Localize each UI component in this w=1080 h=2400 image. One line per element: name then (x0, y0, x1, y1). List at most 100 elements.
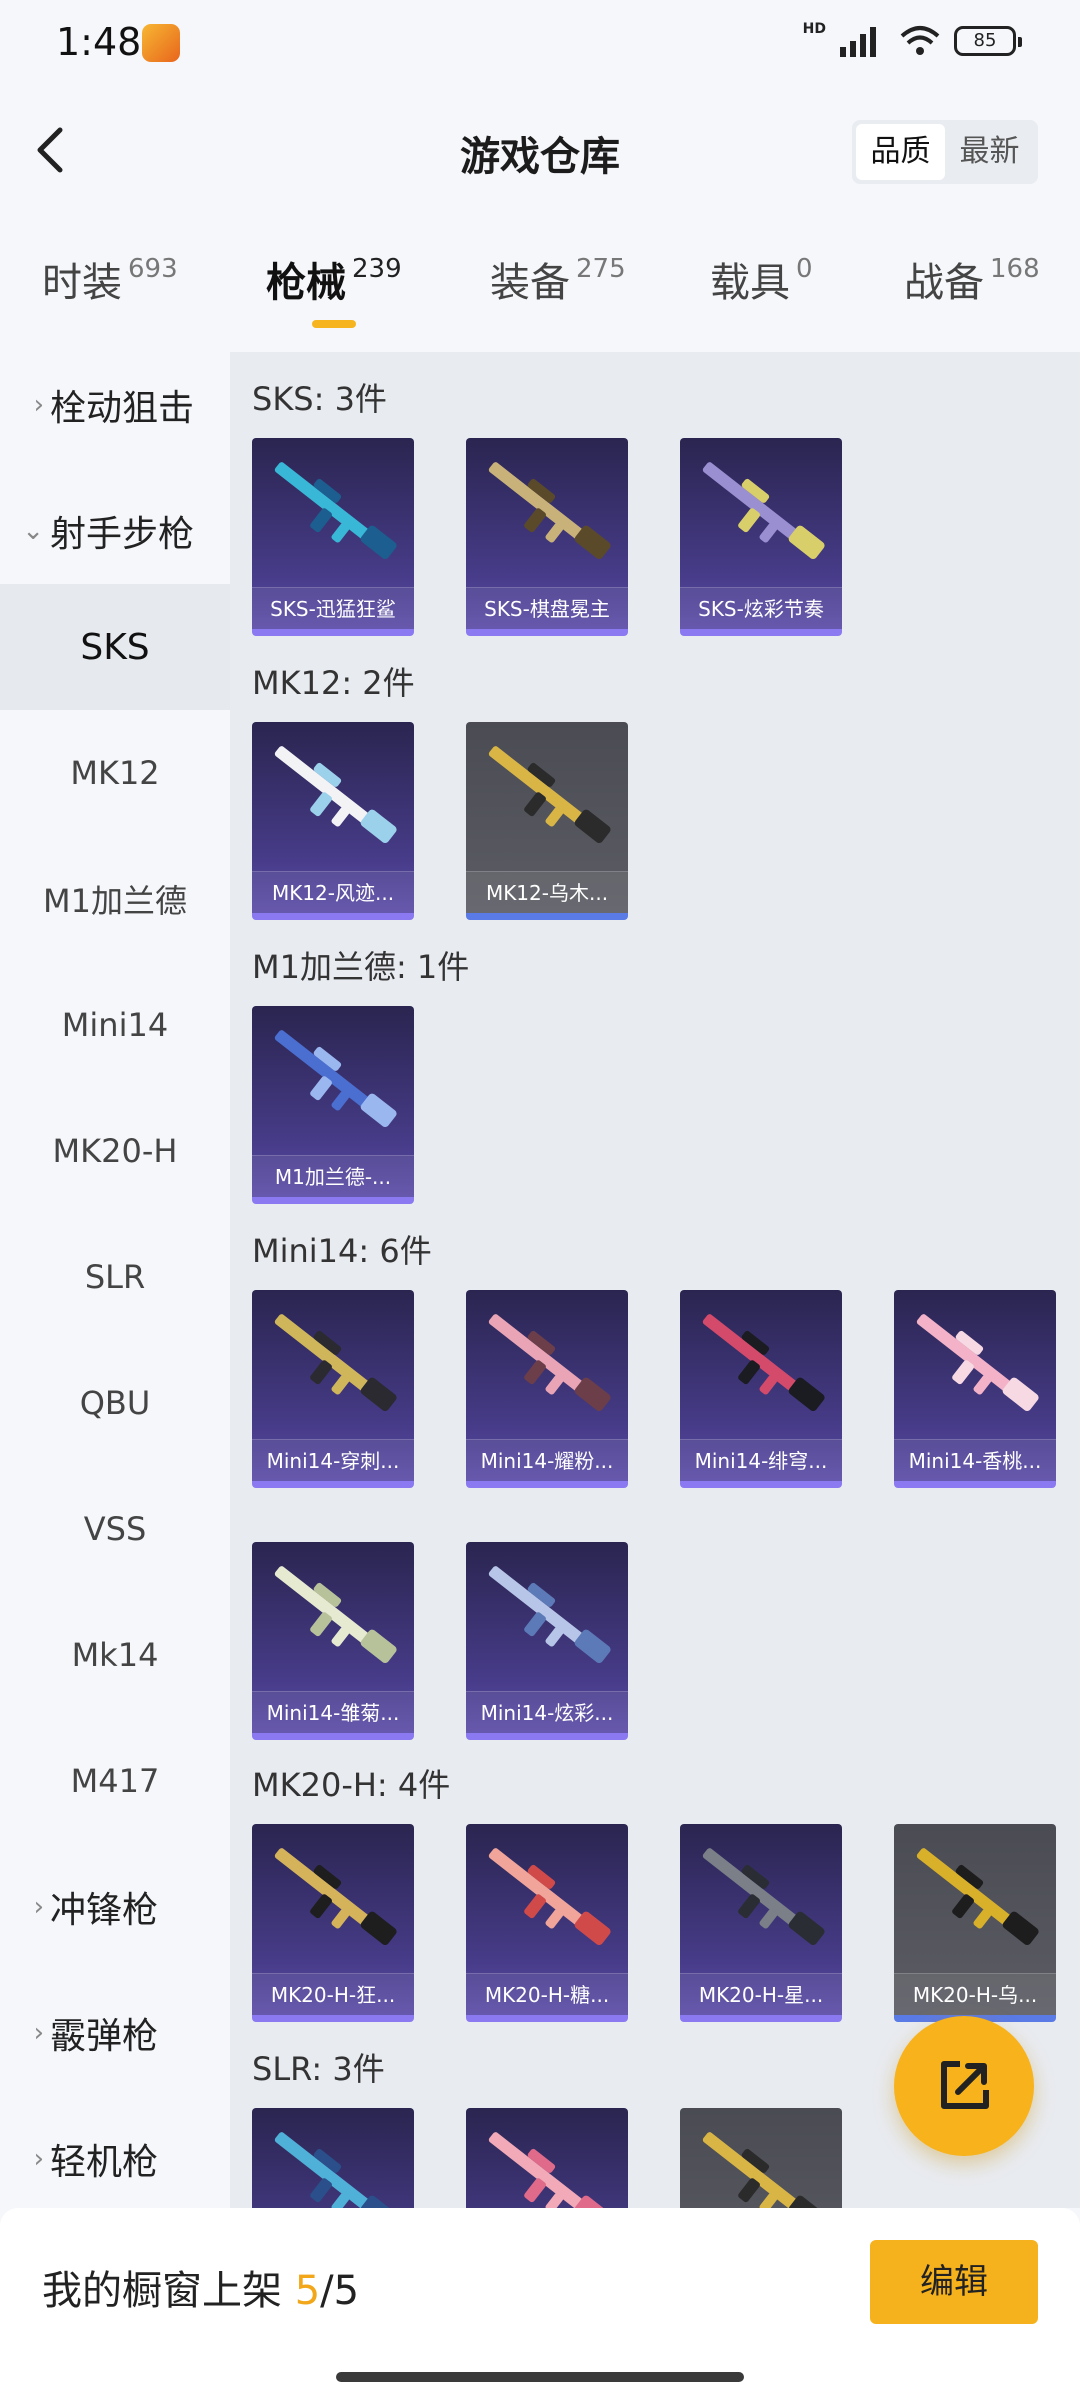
item-card[interactable]: MK12-乌木... (466, 722, 628, 920)
showcase-total-count: /5 (320, 2268, 360, 2314)
sidebar-item-label: 轻机枪 (50, 2142, 159, 2183)
sort-toggle: 品质 最新 (852, 120, 1038, 184)
weapon-type-sidebar: › 栓动狙击 ⌄ 射手步枪 SKS MK12 M1加兰德 Mini14 MK20-H SLR QBU… (0, 352, 230, 2208)
sidebar-item[interactable]: SKS (0, 584, 230, 710)
status-time: 1:48 (56, 20, 142, 64)
sidebar-item[interactable]: MK12 (0, 710, 230, 836)
item-grid: SKS: 3件 SKS-迅猛狂鲨 SKS-棋盘冕主 SKS-炫彩节奏 MK12: 2件 M… (230, 352, 1080, 2208)
sidebar-item-label: 射手步枪 (50, 514, 195, 555)
sidebar-item[interactable]: › 冲锋枪 (0, 1844, 230, 1970)
sidebar-item[interactable]: Mk14 (0, 1592, 230, 1718)
tab-equipment[interactable]: 装备 275 (490, 250, 626, 308)
item-card[interactable]: SKS-迅猛狂鲨 (252, 438, 414, 636)
sidebar-item[interactable]: ⌄ 射手步枪 (0, 468, 230, 594)
rifle-icon (274, 1848, 397, 1946)
sidebar-item[interactable]: › 栓动狙击 (0, 352, 230, 468)
rifle-icon (274, 2132, 397, 2208)
sidebar-item[interactable]: › 轻机枪 (0, 2096, 230, 2208)
item-card-name: Mini14-穿刺... (252, 1439, 414, 1481)
rifle-icon (488, 1314, 611, 1412)
rifle-icon (488, 462, 611, 560)
rifle-icon (702, 1848, 825, 1946)
sidebar-item[interactable]: › 霰弹枪 (0, 1970, 230, 2096)
item-card[interactable] (252, 2108, 414, 2208)
sort-quality-button[interactable]: 品质 (856, 124, 945, 180)
item-card-name: Mini14-耀粉... (466, 1439, 628, 1481)
sidebar-item[interactable]: SLR (0, 1214, 230, 1340)
sidebar-item[interactable]: VSS (0, 1466, 230, 1592)
tab-label: 时装 (42, 260, 122, 306)
group-title: MK12: 2件 (252, 664, 415, 702)
tab-label: 枪械 (266, 260, 346, 306)
active-tab-indicator (312, 320, 356, 328)
item-card[interactable]: MK20-H-乌... (894, 1824, 1056, 2022)
group-title: Mini14: 6件 (252, 1232, 432, 1270)
chevron-right-icon: › (33, 2018, 44, 2048)
sort-newest-button[interactable]: 最新 (945, 124, 1034, 180)
item-card[interactable]: Mini14-炫彩... (466, 1542, 628, 1740)
tab-fashion[interactable]: 时装 693 (42, 250, 178, 308)
sidebar-item-label: VSS (83, 1510, 147, 1548)
showcase-current-count: 5 (294, 2268, 321, 2314)
item-card-name: MK20-H-狂... (252, 1973, 414, 2015)
item-card-name: MK12-风迹... (252, 871, 414, 913)
item-card-name: MK20-H-乌... (894, 1973, 1056, 2015)
item-card-name: Mini14-绯穹... (680, 1439, 842, 1481)
bottom-bar: 我的橱窗上架 5/5 编辑 (0, 2208, 1080, 2400)
item-card[interactable]: Mini14-耀粉... (466, 1290, 628, 1488)
item-card[interactable]: MK20-H-狂... (252, 1824, 414, 2022)
item-card[interactable] (466, 2108, 628, 2208)
edit-button[interactable]: 编辑 (870, 2240, 1038, 2324)
home-indicator[interactable] (336, 2372, 744, 2382)
showcase-label: 我的橱窗上架 (42, 2268, 282, 2314)
sidebar-item[interactable]: M417 (0, 1718, 230, 1844)
tab-vehicles[interactable]: 载具 0 (710, 250, 813, 308)
sidebar-item[interactable]: MK20-H (0, 1088, 230, 1214)
item-card[interactable] (680, 2108, 842, 2208)
share-icon (941, 2061, 989, 2109)
chevron-right-icon: › (33, 1892, 44, 1922)
sidebar-item-label: Mk14 (71, 1636, 159, 1674)
tab-label: 载具 (710, 260, 790, 306)
sidebar-item[interactable]: QBU (0, 1340, 230, 1466)
group-title: M1加兰德: 1件 (252, 948, 470, 986)
item-card[interactable]: MK20-H-星... (680, 1824, 842, 2022)
sidebar-item-label: 栓动狙击 (50, 388, 195, 429)
category-tabs: 时装 693 枪械 239 装备 275 载具 0 战备 168 (0, 250, 1080, 330)
sidebar-item-label: 冲锋枪 (50, 1890, 159, 1931)
item-card[interactable]: MK20-H-糖... (466, 1824, 628, 2022)
tab-firearms[interactable]: 枪械 239 (266, 250, 402, 308)
rifle-icon (274, 462, 397, 560)
item-card-name: SKS-炫彩节奏 (680, 587, 842, 629)
group-title: SLR: 3件 (252, 2050, 385, 2088)
wifi-icon (900, 26, 940, 55)
battery-indicator: 85 (954, 26, 1022, 56)
status-bar: 1:48 HD 85 (0, 0, 1080, 90)
item-card[interactable]: M1加兰德-... (252, 1006, 414, 1204)
item-card-name: SKS-棋盘冕主 (466, 587, 628, 629)
item-card[interactable]: Mini14-雏菊... (252, 1542, 414, 1740)
sidebar-item-label: MK12 (70, 754, 160, 792)
tab-supplies[interactable]: 战备 168 (904, 250, 1040, 308)
rifle-icon (274, 1566, 397, 1664)
item-card[interactable]: MK12-风迹... (252, 722, 414, 920)
sidebar-item[interactable]: Mini14 (0, 962, 230, 1088)
signal-icon (840, 27, 876, 57)
tab-label: 装备 (490, 260, 570, 306)
item-card-name: MK20-H-星... (680, 1973, 842, 2015)
share-button[interactable] (894, 2016, 1034, 2156)
tab-label: 战备 (904, 260, 984, 306)
chevron-right-icon: › (33, 2144, 44, 2174)
item-card[interactable]: Mini14-绯穹... (680, 1290, 842, 1488)
sidebar-item[interactable]: M1加兰德 (0, 836, 230, 962)
item-card[interactable]: Mini14-穿刺... (252, 1290, 414, 1488)
hd-network-label: HD (802, 21, 826, 37)
item-card-name: M1加兰德-... (252, 1155, 414, 1197)
item-card[interactable]: Mini14-香桃... (894, 1290, 1056, 1488)
showcase-status: 我的橱窗上架 5/5 (42, 2258, 359, 2316)
item-card[interactable]: SKS-棋盘冕主 (466, 438, 628, 636)
sidebar-item-label: SKS (80, 626, 150, 668)
chevron-right-icon: › (33, 390, 44, 420)
item-card[interactable]: SKS-炫彩节奏 (680, 438, 842, 636)
tab-count: 275 (576, 254, 626, 284)
